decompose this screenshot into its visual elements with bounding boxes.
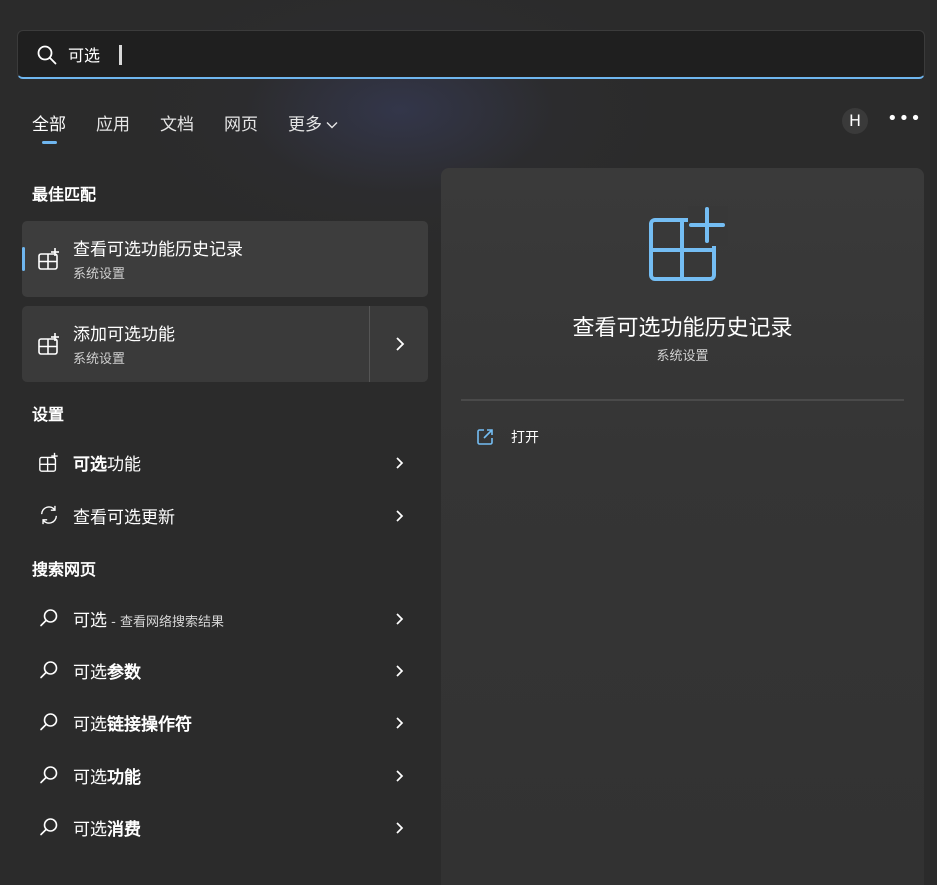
chevron-right-icon — [396, 665, 404, 677]
magnifier-icon — [40, 818, 58, 836]
row-label: 可选链接操作符 — [73, 715, 192, 735]
refresh-icon — [40, 505, 58, 525]
preview-subtitle: 系统设置 — [656, 349, 709, 364]
grid-plus-icon — [38, 248, 59, 270]
tab-apps[interactable]: 应用 — [96, 110, 130, 140]
web-item-consumption[interactable]: 可选消费 — [22, 805, 428, 849]
preview-title: 查看可选功能历史记录 — [572, 316, 793, 341]
web-item-parameters[interactable]: 可选参数 — [22, 648, 428, 692]
magnifier-icon — [40, 609, 58, 627]
selection-indicator — [22, 247, 25, 271]
chevron-right-icon — [396, 770, 404, 782]
magnifier-icon — [40, 713, 58, 731]
chevron-right-icon — [396, 457, 404, 469]
web-item-features[interactable]: 可选功能 — [22, 753, 428, 797]
web-item-results[interactable]: 可选 - 查看网络搜索结果 — [22, 596, 428, 640]
chevron-right-icon — [396, 717, 404, 729]
tab-web[interactable]: 网页 — [224, 110, 258, 140]
tab-documents-label: 文档 — [160, 115, 194, 135]
search-input[interactable] — [68, 39, 888, 69]
tab-all-label: 全部 — [32, 115, 66, 135]
grid-plus-icon — [649, 206, 728, 281]
row-label: 查看可选更新 — [73, 508, 175, 528]
open-external-icon — [477, 429, 493, 445]
card-title: 添加可选功能 — [73, 325, 175, 345]
magnifier-icon — [40, 766, 58, 784]
tab-documents[interactable]: 文档 — [160, 110, 194, 140]
account-avatar[interactable]: H — [842, 108, 868, 134]
tab-all[interactable]: 全部 — [32, 110, 66, 144]
card-subtitle: 系统设置 — [73, 352, 126, 367]
best-match-card-add[interactable]: 添加可选功能 系统设置 — [22, 306, 428, 382]
chevron-right-icon — [396, 822, 404, 834]
row-label: 可选参数 — [73, 663, 141, 683]
preview-pane: 查看可选功能历史记录 系统设置 打开 — [441, 168, 924, 885]
row-label: 可选功能 — [73, 768, 141, 788]
open-action[interactable]: 打开 — [475, 426, 675, 450]
section-settings: 设置 — [32, 405, 65, 424]
best-match-card-history[interactable]: 查看可选功能历史记录 系统设置 — [22, 221, 428, 297]
windows-search-panel: 全部 应用 文档 网页 更多 H ••• 最佳匹配 查看可选功能历史记录 系统设… — [0, 0, 937, 885]
settings-item-optional-features[interactable]: 可选功能 — [22, 440, 428, 484]
grid-plus-icon — [39, 452, 58, 472]
card-title: 查看可选功能历史记录 — [73, 240, 243, 260]
chevron-right-icon — [396, 510, 404, 522]
card-subtitle: 系统设置 — [73, 267, 126, 282]
filter-tabs: 全部 应用 文档 网页 更多 — [32, 110, 368, 144]
text-caret — [119, 45, 122, 65]
preview-divider — [461, 399, 904, 401]
chevron-down-icon — [326, 122, 338, 129]
settings-item-view-updates[interactable]: 查看可选更新 — [22, 493, 428, 537]
tab-apps-label: 应用 — [96, 115, 130, 135]
tab-more[interactable]: 更多 — [288, 110, 338, 140]
search-icon — [37, 45, 57, 65]
search-box[interactable] — [17, 30, 925, 79]
tab-web-label: 网页 — [224, 115, 258, 135]
row-label: 可选功能 — [73, 455, 141, 475]
tab-more-label: 更多 — [288, 115, 322, 135]
section-best-match: 最佳匹配 — [32, 185, 97, 204]
row-label: 可选消费 — [73, 820, 141, 840]
section-web-search: 搜索网页 — [32, 560, 97, 579]
row-label: 可选 - 查看网络搜索结果 — [73, 611, 224, 631]
card-divider — [369, 306, 370, 382]
grid-plus-icon — [38, 333, 59, 355]
open-action-label: 打开 — [511, 430, 539, 446]
web-item-chaining-operator[interactable]: 可选链接操作符 — [22, 700, 428, 744]
chevron-right-icon — [396, 613, 404, 625]
more-options-button[interactable]: ••• — [887, 108, 921, 134]
chevron-right-icon[interactable] — [392, 333, 408, 355]
magnifier-icon — [40, 661, 58, 679]
